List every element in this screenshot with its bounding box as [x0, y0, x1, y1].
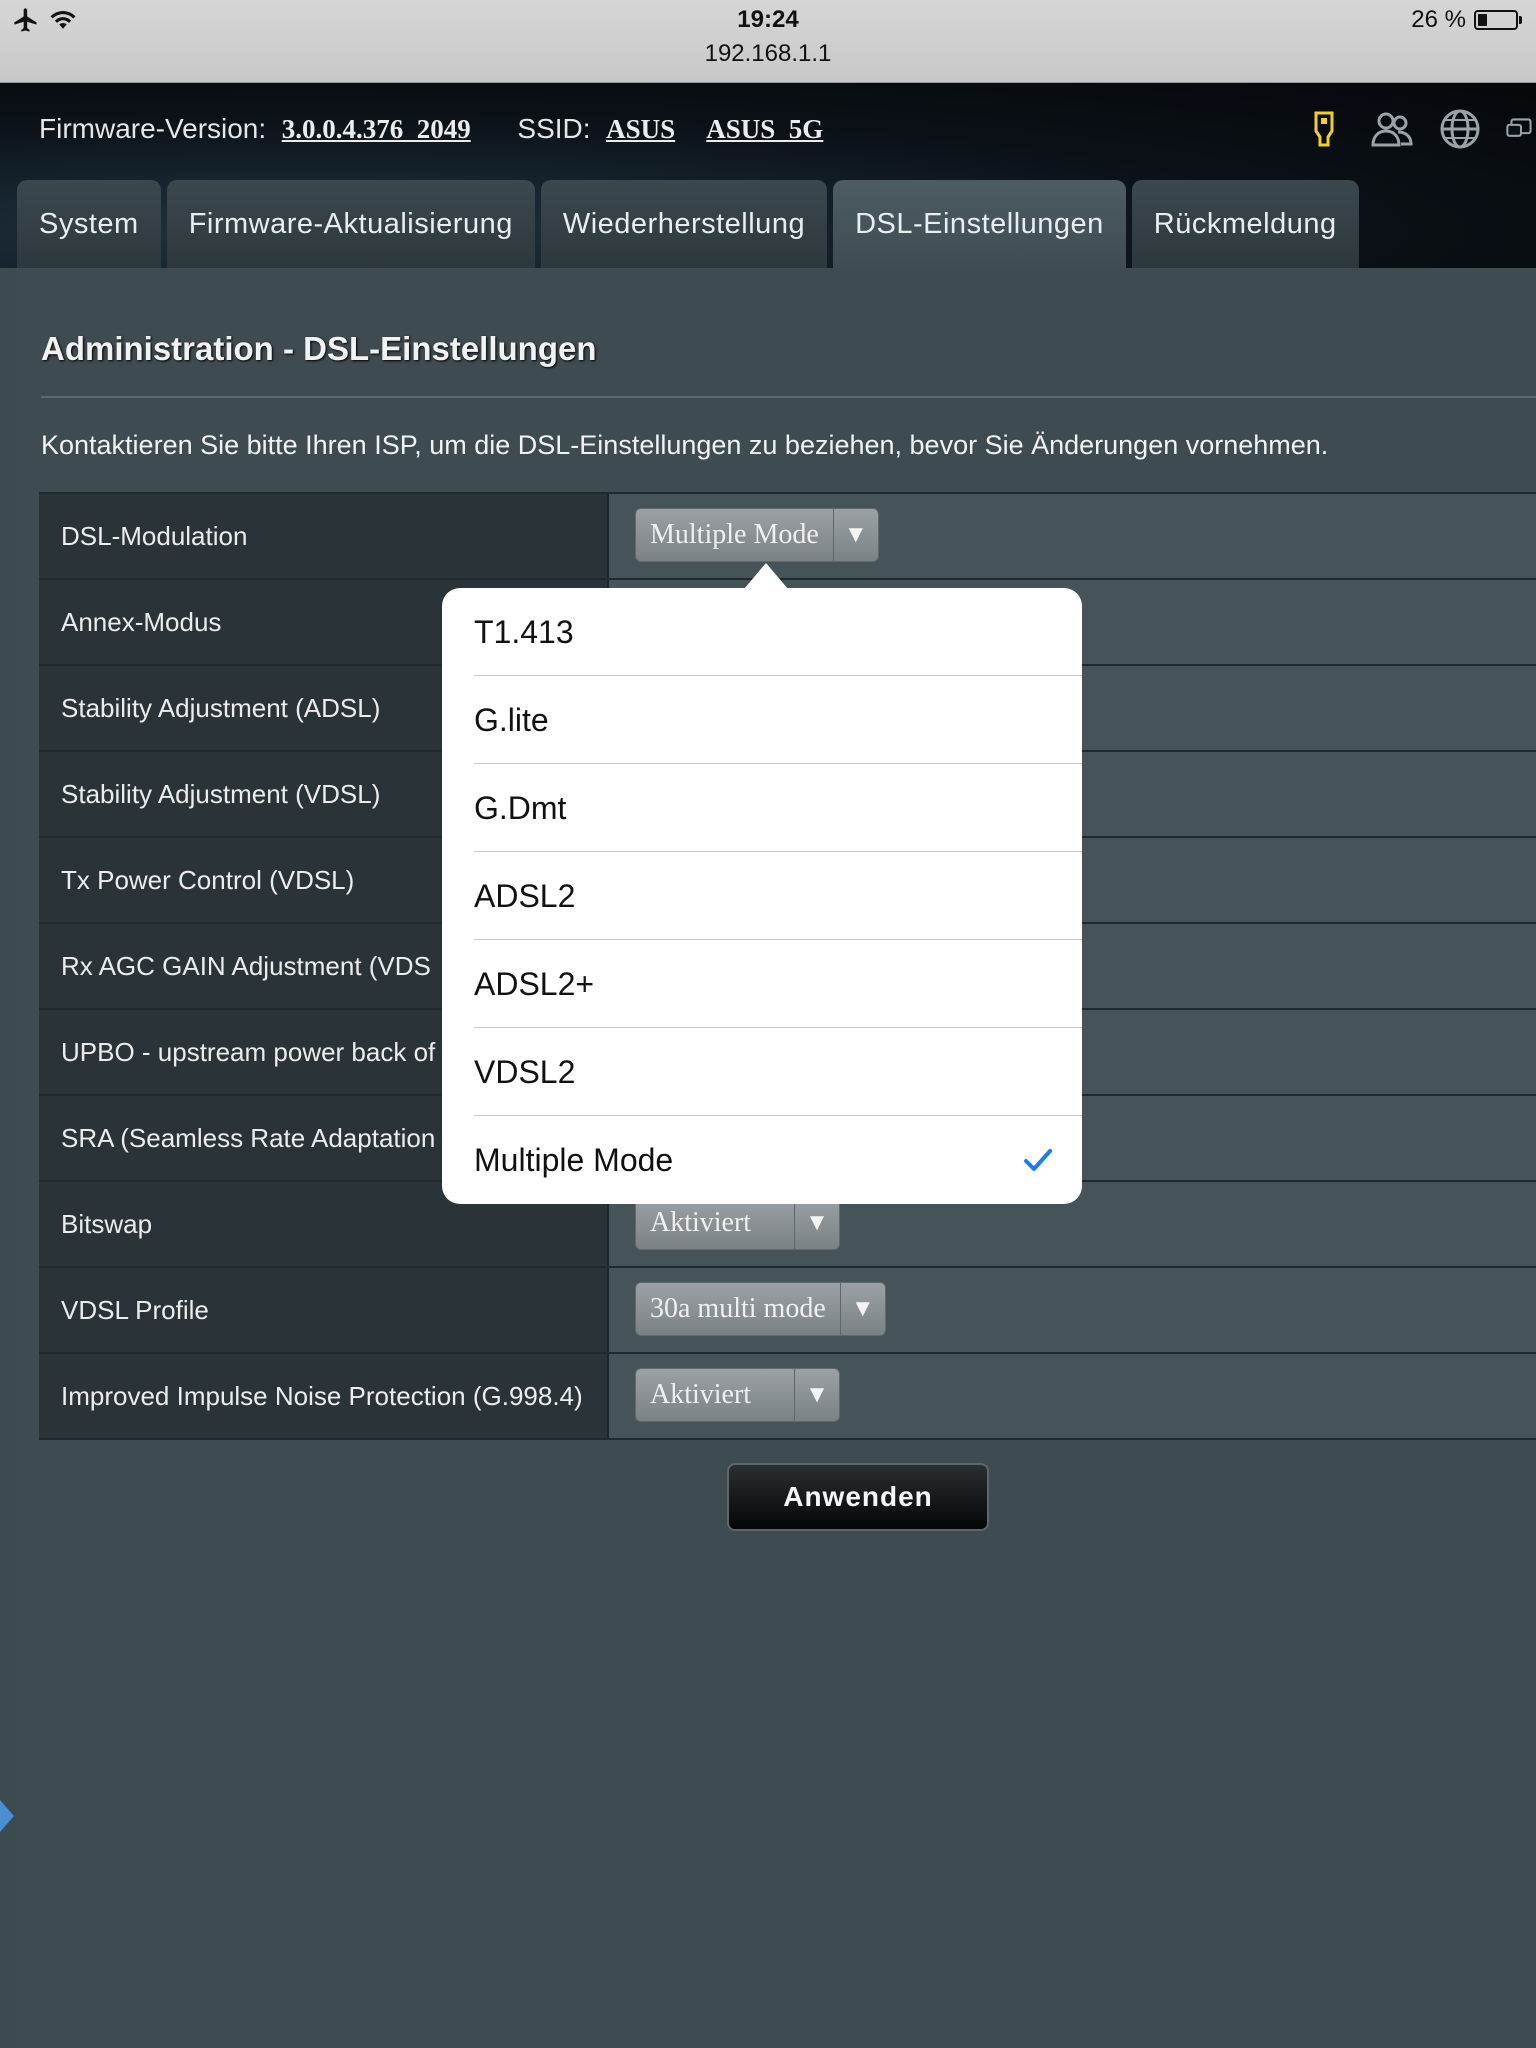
- ssid-label: SSID:: [517, 113, 591, 144]
- select-value: Multiple Mode: [650, 519, 819, 550]
- option-t1413[interactable]: T1.413: [442, 588, 1082, 676]
- triangle-down-icon: ▼: [794, 1197, 839, 1249]
- battery-percent: 26 %: [1411, 6, 1466, 33]
- option-adsl2[interactable]: ADSL2: [442, 852, 1082, 940]
- select-value: Aktiviert: [650, 1379, 752, 1410]
- setting-value: 30a multi mode ▼: [609, 1268, 1536, 1352]
- address-bar[interactable]: 192.168.1.1: [0, 40, 1536, 68]
- bitswap-select[interactable]: Aktiviert ▼: [635, 1196, 840, 1250]
- battery-icon: [1474, 10, 1522, 30]
- triangle-down-icon: ▼: [832, 509, 878, 561]
- setting-label: DSL-Modulation: [39, 494, 609, 578]
- usb-icon[interactable]: [1302, 107, 1346, 151]
- dsl-modulation-select[interactable]: Multiple Mode ▼: [635, 508, 879, 562]
- popover-arrow: [744, 563, 788, 589]
- option-glite[interactable]: G.lite: [442, 676, 1082, 764]
- setting-label: VDSL Profile: [39, 1268, 609, 1352]
- tab-system[interactable]: System: [17, 180, 161, 268]
- setting-label: Improved Impulse Noise Protection (G.998…: [39, 1354, 609, 1438]
- ssid-link-2[interactable]: ASUS_5G: [706, 114, 823, 144]
- dsl-modulation-options-popover: T1.413 G.lite G.Dmt ADSL2 ADSL2+ VDSL2 M…: [442, 588, 1082, 1204]
- select-value: 30a multi mode: [650, 1293, 826, 1324]
- network-icon[interactable]: [1506, 107, 1536, 151]
- select-value: Aktiviert: [650, 1207, 752, 1238]
- tab-dsl-settings[interactable]: DSL-Einstellungen: [833, 180, 1126, 268]
- table-row: Improved Impulse Noise Protection (G.998…: [39, 1354, 1536, 1440]
- triangle-down-icon: ▼: [794, 1369, 839, 1421]
- option-adsl2-plus[interactable]: ADSL2+: [442, 940, 1082, 1028]
- option-vdsl2[interactable]: VDSL2: [442, 1028, 1082, 1116]
- triangle-down-icon: ▼: [839, 1283, 885, 1335]
- ios-status-bar: 19:24 192.168.1.1 26 %: [0, 0, 1536, 83]
- ssid-link-1[interactable]: ASUS: [606, 114, 675, 144]
- globe-icon[interactable]: [1438, 107, 1482, 151]
- page-description: Kontaktieren Sie bitte Ihren ISP, um die…: [41, 430, 1329, 460]
- title-divider: [41, 396, 1536, 398]
- option-label: G.Dmt: [474, 790, 567, 826]
- tab-firmware-update[interactable]: Firmware-Aktualisierung: [166, 180, 535, 268]
- firmware-ssid-line: Firmware-Version: 3.0.0.4.376_2049 SSID:…: [39, 113, 823, 145]
- battery-indicator: 26 %: [1411, 6, 1522, 34]
- setting-value: Aktiviert ▼: [609, 1354, 1536, 1438]
- option-multiple-mode[interactable]: Multiple Mode: [442, 1116, 1082, 1204]
- option-label: Multiple Mode: [474, 1142, 674, 1178]
- tab-bar: System Firmware-Aktualisierung Wiederher…: [17, 180, 1359, 268]
- page-title: Administration - DSL-Einstellungen: [41, 330, 597, 367]
- impulse-noise-protection-select[interactable]: Aktiviert ▼: [635, 1368, 840, 1422]
- firmware-version-link[interactable]: 3.0.0.4.376_2049: [282, 114, 471, 144]
- clients-icon[interactable]: [1370, 107, 1414, 151]
- tab-feedback[interactable]: Rückmeldung: [1131, 180, 1359, 268]
- option-label: VDSL2: [474, 1054, 576, 1090]
- side-arrow-icon[interactable]: [0, 1800, 14, 1832]
- vdsl-profile-select[interactable]: 30a multi mode ▼: [635, 1282, 886, 1336]
- firmware-label: Firmware-Version:: [39, 113, 267, 144]
- option-label: G.lite: [474, 702, 549, 738]
- option-label: ADSL2+: [474, 966, 595, 1002]
- clock: 19:24: [737, 6, 799, 33]
- option-gdmt[interactable]: G.Dmt: [442, 764, 1082, 852]
- checkmark-icon: [1024, 1149, 1052, 1171]
- option-label: ADSL2: [474, 878, 576, 914]
- header-icons: [1302, 107, 1536, 151]
- apply-button[interactable]: Anwenden: [727, 1463, 989, 1531]
- option-label: T1.413: [474, 614, 574, 650]
- tab-restore[interactable]: Wiederherstellung: [540, 180, 828, 268]
- table-row: VDSL Profile 30a multi mode ▼: [39, 1268, 1536, 1354]
